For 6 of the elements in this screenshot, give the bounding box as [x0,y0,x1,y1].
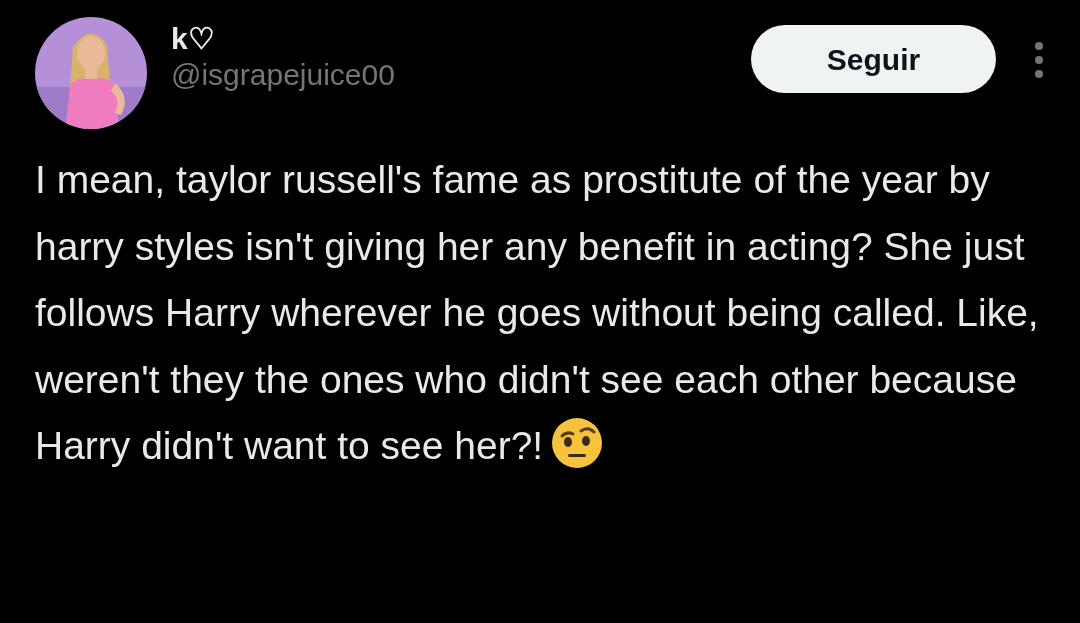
follow-button[interactable]: Seguir [751,25,996,93]
user-handle[interactable]: @isgrapejuice00 [171,57,751,93]
display-name[interactable]: k♡ [171,21,751,57]
tweet-text: I mean, taylor russell's fame as prostitute of the year by harry styles isn't giving her any benefit in acting? She just follows Harry wherever he goes without being called. Like, weren't they the ones who didn't see each other because Harry didn't want to see her?! [35,157,1040,471]
raised-eyebrow-emoji-icon [551,417,604,469]
more-options-icon[interactable] [1034,41,1044,79]
